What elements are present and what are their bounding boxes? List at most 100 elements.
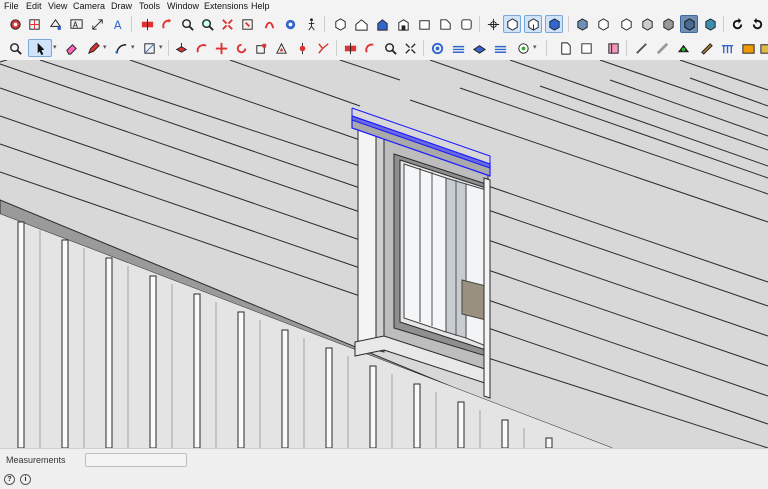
geo-location-icon[interactable]: ?: [4, 474, 15, 485]
extra-tool-icon[interactable]: [757, 39, 768, 57]
menu-view[interactable]: View: [48, 0, 67, 12]
zoom-window-icon[interactable]: [6, 39, 24, 57]
toolbar-separator: [626, 40, 627, 56]
dimension-chain-icon[interactable]: [718, 39, 736, 57]
rectangle-icon[interactable]: [140, 39, 158, 57]
section-cut-icon[interactable]: [361, 39, 379, 57]
status-bar: Measurements ? i: [0, 448, 768, 489]
shaded-textures-icon[interactable]: [594, 15, 612, 33]
zoom-extents-icon[interactable]: [218, 15, 236, 33]
section-plane-icon[interactable]: [138, 15, 156, 33]
smoove-icon[interactable]: [491, 39, 509, 57]
chevron-down-icon[interactable]: ▾: [103, 44, 109, 52]
select-arrow-icon[interactable]: [28, 39, 52, 57]
shaded-icon[interactable]: [573, 15, 591, 33]
zoom-extents-2-icon[interactable]: [401, 39, 419, 57]
back-edges-icon[interactable]: [503, 15, 521, 33]
toolbar-separator: [423, 40, 424, 56]
geo-icon[interactable]: [514, 39, 532, 57]
measurements-input[interactable]: [85, 453, 187, 467]
zoom-icon[interactable]: [198, 15, 216, 33]
chevron-down-icon[interactable]: ▾: [159, 44, 165, 52]
pencil-icon[interactable]: [84, 39, 102, 57]
push-pull-icon[interactable]: [172, 39, 190, 57]
svg-text:A: A: [72, 20, 78, 29]
open-file-icon[interactable]: [577, 39, 595, 57]
extension-warehouse-icon[interactable]: [697, 39, 715, 57]
arc-icon[interactable]: [112, 39, 130, 57]
style-active-icon[interactable]: [680, 15, 698, 33]
toolbar-separator: [723, 16, 724, 32]
right-view-icon[interactable]: [394, 15, 412, 33]
orbit-icon[interactable]: [158, 15, 176, 33]
line-tool-icon[interactable]: [632, 39, 650, 57]
shadows-icon[interactable]: [701, 15, 719, 33]
menu-file[interactable]: File: [4, 0, 19, 12]
position-camera-icon[interactable]: [260, 15, 278, 33]
select-tool-icon[interactable]: [6, 15, 24, 33]
toolbar-separator: [568, 16, 569, 32]
wireframe-icon[interactable]: [524, 15, 542, 33]
menu-window[interactable]: Window: [167, 0, 199, 12]
layout-icon[interactable]: [739, 39, 757, 57]
menu-tools[interactable]: Tools: [139, 0, 160, 12]
scale-icon[interactable]: [252, 39, 270, 57]
dimension-icon[interactable]: [88, 15, 106, 33]
menu-edit[interactable]: Edit: [26, 0, 42, 12]
svg-text:A: A: [113, 19, 121, 32]
text-icon[interactable]: A: [67, 15, 85, 33]
style-solid-icon[interactable]: [659, 15, 677, 33]
model-info-icon[interactable]: [604, 39, 622, 57]
measurements-label: Measurements: [6, 455, 66, 465]
warehouse-icon[interactable]: [674, 39, 692, 57]
toolbar-tools: ▾ ▾ ▾ ▾ ▾: [0, 36, 768, 61]
toolbar-separator: [168, 40, 169, 56]
model-viewport[interactable]: [0, 60, 768, 448]
sandbox-icon[interactable]: [428, 39, 446, 57]
axes-icon[interactable]: [341, 39, 359, 57]
xray-icon[interactable]: [484, 15, 502, 33]
toolbar-main: A A: [0, 12, 768, 37]
info-icon[interactable]: i: [20, 474, 31, 485]
iso-view-icon[interactable]: [331, 15, 349, 33]
previous-view-icon[interactable]: [238, 15, 256, 33]
paint-bucket-icon[interactable]: [46, 15, 64, 33]
chevron-down-icon[interactable]: ▾: [53, 44, 59, 52]
toolbar-separator: [479, 16, 480, 32]
stamp-icon[interactable]: [449, 39, 467, 57]
drape-icon[interactable]: [470, 39, 488, 57]
rotate-icon[interactable]: [232, 39, 250, 57]
menu-camera[interactable]: Camera: [73, 0, 105, 12]
hidden-line-icon[interactable]: [545, 15, 563, 33]
protractor-icon[interactable]: [314, 39, 332, 57]
chevron-down-icon[interactable]: ▾: [533, 44, 539, 52]
pan-icon[interactable]: [178, 15, 196, 33]
menu-extensions[interactable]: Extensions: [204, 0, 248, 12]
component-icon[interactable]: [25, 15, 43, 33]
style-box-icon[interactable]: [638, 15, 656, 33]
redo-icon[interactable]: [748, 15, 766, 33]
3d-text-icon[interactable]: A: [109, 15, 127, 33]
undo-icon[interactable]: [728, 15, 746, 33]
monochrome-icon[interactable]: [617, 15, 635, 33]
look-around-icon[interactable]: [381, 39, 399, 57]
walk-icon[interactable]: [281, 15, 299, 33]
back-view-icon[interactable]: [415, 15, 433, 33]
follow-me-icon[interactable]: [192, 39, 210, 57]
offset-icon[interactable]: [272, 39, 290, 57]
front-view-icon[interactable]: [373, 15, 391, 33]
move-icon[interactable]: [212, 39, 230, 57]
toolbar-separator: [336, 40, 337, 56]
bottom-view-icon[interactable]: [457, 15, 475, 33]
new-document-icon[interactable]: [556, 39, 574, 57]
chevron-down-icon[interactable]: ▾: [131, 44, 137, 52]
top-view-icon[interactable]: [352, 15, 370, 33]
walk-person-icon[interactable]: [302, 15, 320, 33]
menu-help[interactable]: Help: [251, 0, 270, 12]
menu-draw[interactable]: Draw: [111, 0, 132, 12]
hammer-icon[interactable]: [653, 39, 671, 57]
eraser-icon[interactable]: [62, 39, 80, 57]
left-view-icon[interactable]: [436, 15, 454, 33]
menu-bar: File Edit View Camera Draw Tools Window …: [0, 0, 768, 12]
tape-measure-icon[interactable]: [293, 39, 311, 57]
